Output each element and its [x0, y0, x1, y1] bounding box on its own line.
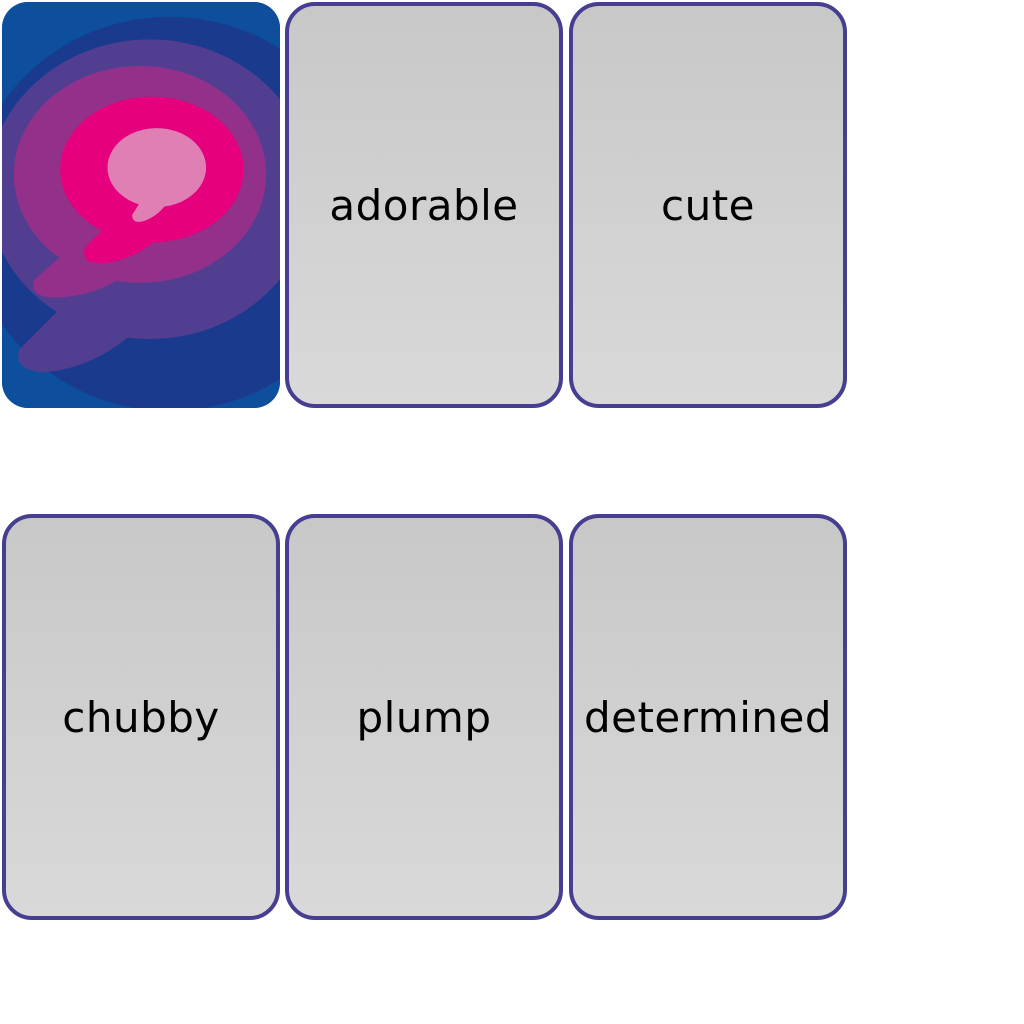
card-plump[interactable]: plump	[285, 514, 563, 920]
speech-bubble-icon	[2, 2, 280, 408]
memory-game-board: adorable cute chubby plump determined	[0, 0, 1024, 1024]
card-word: determined	[583, 692, 833, 742]
card-word: plump	[356, 692, 492, 742]
card-chubby[interactable]: chubby	[2, 514, 280, 920]
card-word: adorable	[329, 180, 519, 230]
card-determined[interactable]: determined	[569, 514, 847, 920]
card-adorable[interactable]: adorable	[285, 2, 563, 408]
card-word: chubby	[62, 692, 220, 742]
card-word: cute	[660, 180, 756, 230]
card-cute[interactable]: cute	[569, 2, 847, 408]
card-face-down[interactable]	[2, 2, 280, 408]
